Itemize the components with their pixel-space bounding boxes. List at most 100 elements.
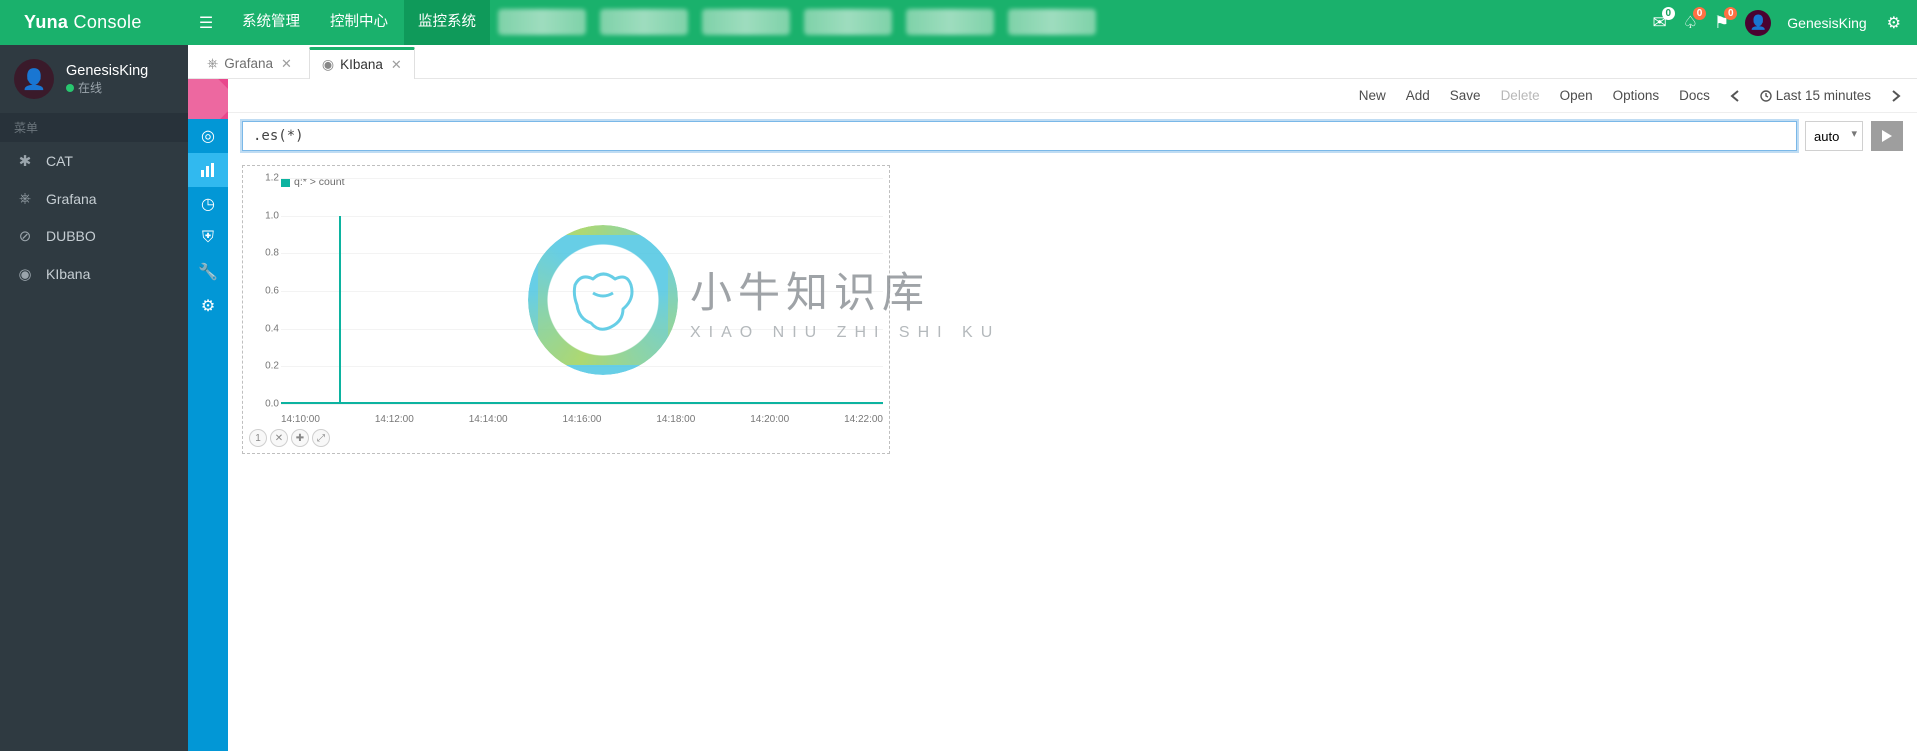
x-tick: 14:16:00 — [563, 414, 602, 425]
topnav-control-center[interactable]: 控制中心 — [316, 0, 402, 45]
dashboard-icon: ⎈ — [207, 55, 218, 72]
chart-ctrl-close[interactable]: ✕ — [270, 429, 288, 447]
topnav-monitor-system[interactable]: 监控系统 — [404, 0, 490, 45]
avatar[interactable]: 👤 — [14, 59, 54, 99]
y-tick: 1.2 — [265, 173, 279, 184]
y-axis: 0.00.20.40.60.81.01.2 — [251, 178, 279, 404]
run-button[interactable] — [1871, 121, 1903, 151]
tab-kibana[interactable]: ◉ KIbana ✕ — [309, 47, 415, 79]
main-region: ⎈ Grafana ✕ ◉ KIbana ✕ ◎ ◷ ⛨ 🔧 ⚙ New Add — [188, 45, 1917, 751]
top-right: ✉ 0 ♤ 0 ⚑ 0 👤 GenesisKing ⚙ — [1653, 10, 1917, 36]
y-tick: 0.2 — [265, 361, 279, 372]
timerange-picker[interactable]: Last 15 minutes — [1760, 88, 1871, 103]
gridline — [281, 291, 883, 292]
gridline — [281, 178, 883, 179]
profile-block: 👤 GenesisKing 在线 — [0, 45, 188, 113]
topnav-blurred-item — [702, 9, 790, 35]
new-button[interactable]: New — [1359, 88, 1386, 103]
plot-area[interactable]: 0.00.20.40.60.81.01.2 — [281, 178, 883, 410]
topnav-blurred-item — [600, 9, 688, 35]
x-tick: 14:18:00 — [656, 414, 695, 425]
topnav-system-manage[interactable]: 系统管理 — [228, 0, 314, 45]
topnav-blurred-item — [498, 9, 586, 35]
tab-label: Grafana — [224, 56, 273, 71]
sidebar-item-dubbo[interactable]: ⊘ DUBBO — [0, 217, 188, 255]
options-button[interactable]: Options — [1613, 88, 1660, 103]
flag-icon[interactable]: ⚑ 0 — [1714, 13, 1729, 33]
left-sidebar: 👤 GenesisKing 在线 菜单 ✱ CAT ⎈ Grafana ⊘ DUBBO… — [0, 45, 188, 751]
topnav-blurred-item — [1008, 9, 1096, 35]
menu-header: 菜单 — [0, 113, 188, 142]
topnav-blurred-item — [804, 9, 892, 35]
add-button[interactable]: Add — [1406, 88, 1430, 103]
x-tick: 14:22:00 — [844, 414, 883, 425]
target-icon: ◉ — [322, 56, 334, 73]
sidebar-item-label: KIbana — [46, 266, 90, 282]
chart-ctrl-expand[interactable]: ⤢ — [312, 429, 330, 447]
tab-label: KIbana — [340, 57, 383, 72]
rail-timelion-icon[interactable]: ◷ — [188, 187, 228, 221]
sidebar-item-label: CAT — [46, 153, 73, 169]
mail-badge: 0 — [1662, 7, 1675, 20]
gridline — [281, 329, 883, 330]
sidebar-nav: ✱ CAT ⎈ Grafana ⊘ DUBBO ◉ KIbana — [0, 142, 188, 293]
topnav-blurred-item — [906, 9, 994, 35]
sidebar-item-grafana[interactable]: ⎈ Grafana — [0, 180, 188, 217]
chart-wrapper: q:* > count 0.00.20.40.60.81.01.2 14:10:… — [242, 165, 890, 454]
top-bar: Yuna Console ☰ 系统管理 控制中心 监控系统 ✉ 0 ♤ 0 ⚑ … — [0, 0, 1917, 45]
sidebar-item-cat[interactable]: ✱ CAT — [0, 142, 188, 180]
interval-select[interactable]: auto — [1805, 121, 1863, 151]
y-tick: 0.6 — [265, 286, 279, 297]
avatar[interactable]: 👤 — [1745, 10, 1771, 36]
next-timerange-icon[interactable] — [1891, 88, 1901, 103]
hamburger-icon[interactable]: ☰ — [188, 13, 224, 33]
chart-ctrl-add[interactable]: ✚ — [291, 429, 309, 447]
gridline — [281, 404, 883, 405]
y-tick: 0.8 — [265, 248, 279, 259]
bell-badge: 0 — [1693, 7, 1706, 20]
sidebar-item-label: DUBBO — [46, 228, 96, 244]
rail-visualize-icon[interactable] — [188, 153, 228, 187]
gridline — [281, 366, 883, 367]
docs-button[interactable]: Docs — [1679, 88, 1710, 103]
close-icon[interactable]: ✕ — [281, 56, 292, 72]
circles-icon: ⊘ — [16, 227, 34, 245]
open-button[interactable]: Open — [1560, 88, 1593, 103]
x-tick: 14:12:00 — [375, 414, 414, 425]
save-button[interactable]: Save — [1450, 88, 1481, 103]
sidebar-item-label: Grafana — [46, 191, 97, 207]
mail-icon[interactable]: ✉ 0 — [1653, 13, 1667, 33]
x-tick: 14:20:00 — [750, 414, 789, 425]
kibana-main: New Add Save Delete Open Options Docs La… — [228, 79, 1917, 751]
dashboard-icon: ⎈ — [16, 190, 34, 207]
y-tick: 0.4 — [265, 323, 279, 334]
timerange-label: Last 15 minutes — [1776, 88, 1871, 103]
chart-ctrl-1[interactable]: 1 — [249, 429, 267, 447]
content: ◎ ◷ ⛨ 🔧 ⚙ New Add Save Delete Open Optio… — [188, 79, 1917, 751]
x-tick: 14:14:00 — [469, 414, 508, 425]
kibana-logo-icon[interactable] — [188, 79, 228, 119]
sidebar-item-kibana[interactable]: ◉ KIbana — [0, 255, 188, 293]
rail-discover-icon[interactable]: ◎ — [188, 119, 228, 153]
query-input[interactable] — [242, 121, 1797, 151]
kibana-actions: New Add Save Delete Open Options Docs La… — [228, 79, 1917, 113]
bell-icon[interactable]: ♤ 0 — [1683, 13, 1698, 33]
timeseries-chart[interactable]: q:* > count 0.00.20.40.60.81.01.2 14:10:… — [242, 165, 890, 454]
chart-controls: 1 ✕ ✚ ⤢ — [249, 429, 883, 447]
asterisk-icon: ✱ — [16, 152, 34, 170]
rail-wrench-icon[interactable]: 🔧 — [188, 255, 228, 289]
profile-name: GenesisKing — [66, 63, 148, 79]
prev-timerange-icon[interactable] — [1730, 88, 1740, 103]
top-nav: 系统管理 控制中心 监控系统 — [228, 0, 1102, 45]
settings-gear-icon[interactable]: ⚙ — [1883, 13, 1905, 33]
rail-shield-icon[interactable]: ⛨ — [188, 221, 228, 255]
close-icon[interactable]: ✕ — [391, 57, 402, 73]
target-icon: ◉ — [16, 265, 34, 283]
rail-gear-icon[interactable]: ⚙ — [188, 289, 228, 323]
tab-grafana[interactable]: ⎈ Grafana ✕ — [194, 48, 305, 78]
gridline — [281, 253, 883, 254]
query-row: auto — [228, 113, 1917, 159]
username[interactable]: GenesisKing — [1787, 15, 1866, 31]
data-spike — [339, 216, 341, 404]
kibana-rail: ◎ ◷ ⛨ 🔧 ⚙ — [188, 79, 228, 751]
